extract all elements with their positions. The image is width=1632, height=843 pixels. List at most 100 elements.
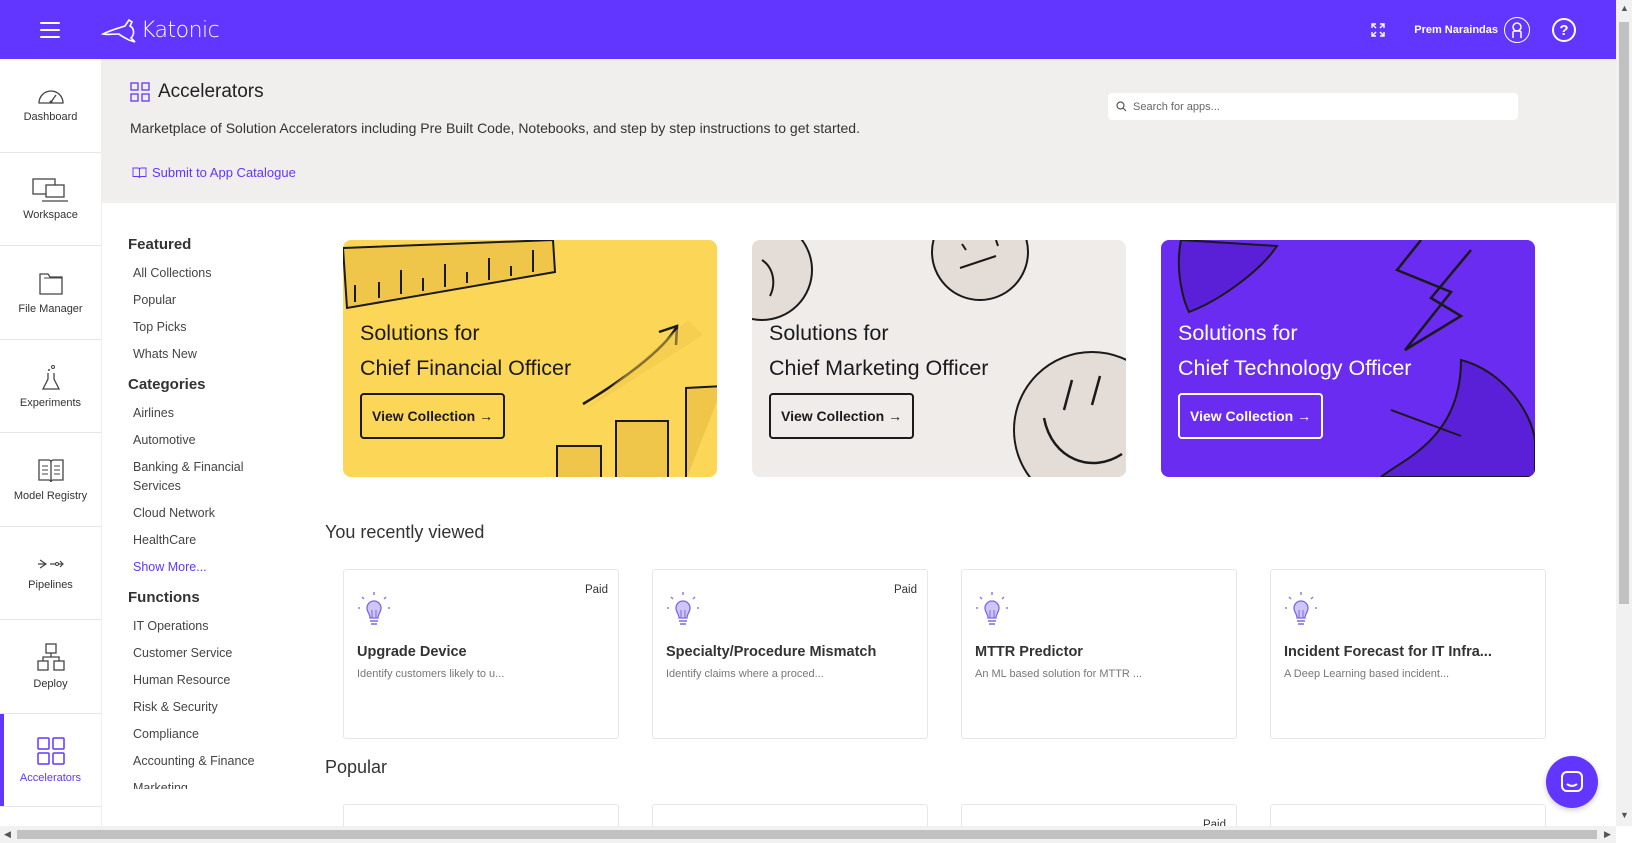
page-title: Accelerators [158,81,264,102]
card-description: An ML based solution for MTTR ... [975,668,1143,680]
scroll-left-arrow-icon[interactable]: ◀ [4,829,11,840]
view-collection-button[interactable]: View Collection → [769,393,915,439]
sidebar-item-file-manager[interactable]: File Manager [0,246,101,340]
filter-item[interactable]: Risk & Security [128,698,288,717]
filter-item[interactable]: Compliance [128,725,288,744]
filter-item[interactable]: Top Picks [128,318,288,337]
sidebar-label: Deploy [33,678,68,691]
filter-item[interactable]: Customer Service [128,644,288,663]
banner-title: Solutions for Chief Financial Officer [360,316,571,386]
user-avatar-icon[interactable] [1504,17,1530,43]
filter-panel: Featured All Collections Popular Top Pic… [128,236,288,801]
filter-item[interactable]: Whats New [128,345,288,364]
banner-title: Solutions for Chief Technology Officer [1178,316,1411,386]
show-more-link[interactable]: Show More... [128,558,288,577]
submit-link-label: Submit to App Catalogue [152,165,296,180]
sidebar: Dashboard Workspace File Manager Experim… [0,59,102,826]
search-input[interactable] [1133,100,1503,113]
filter-heading-functions: Functions [128,589,200,606]
filter-heading-featured: Featured [128,236,192,253]
section-title-recently-viewed: You recently viewed [325,522,485,542]
card-description: Identify claims where a proced... [666,668,824,680]
filter-item[interactable]: IT Operations [128,617,288,636]
banner-line1: Solutions for [769,321,889,345]
sidebar-item-experiments[interactable]: Experiments [0,340,101,433]
page-header: Accelerators Marketplace of Solution Acc… [102,59,1616,203]
chat-icon [1561,771,1583,792]
search-box [1108,93,1518,120]
filter-item[interactable]: Banking & Financial Services [128,458,248,496]
filter-item[interactable]: All Collections [128,264,288,283]
filter-item[interactable]: Human Resource [128,671,288,690]
filter-item[interactable]: Automotive [128,431,288,450]
banner-line2: Chief Marketing Officer [769,356,989,380]
view-collection-button[interactable]: View Collection → [360,393,506,439]
filter-item[interactable]: Cloud Network [128,504,288,523]
app-card[interactable]: Incident Forecast for IT Infra... A Deep… [1270,569,1546,739]
app-card[interactable]: MTTR Predictor An ML based solution for … [961,569,1237,739]
card-description: A Deep Learning based incident... [1284,668,1450,680]
sidebar-label: Dashboard [23,111,78,124]
book-icon [37,459,64,483]
pipeline-icon [37,559,64,569]
scrollbar-thumb[interactable] [17,830,1597,839]
view-collection-button[interactable]: View Collection → [1178,393,1324,439]
submit-to-app-catalogue-link[interactable]: Submit to App Catalogue [132,165,296,180]
flask-icon [41,364,60,390]
sidebar-label: Workspace [23,208,78,221]
filter-heading-categories: Categories [128,376,206,393]
card-description: Identify customers likely to u... [357,668,505,680]
folder-icon [38,273,63,295]
card-title: Incident Forecast for IT Infra... [1284,644,1492,660]
lightbulb-icon [976,592,1008,625]
vertical-scrollbar[interactable]: ▲ ▼ [1616,0,1632,826]
book-open-icon [132,167,147,178]
filter-item[interactable]: Airlines [128,404,288,423]
katonic-logo[interactable]: Katonic [101,15,220,45]
grid-icon [36,737,65,765]
sidebar-item-model-registry[interactable]: Model Registry [0,433,101,527]
fullscreen-icon[interactable] [1370,22,1386,38]
chat-widget-button[interactable] [1546,756,1598,808]
card-title: Specialty/Procedure Mismatch [666,644,877,660]
scroll-down-arrow-icon[interactable]: ▼ [1620,810,1629,820]
app-card[interactable]: Paid Upgrade Device Identify customers l… [343,569,619,739]
sidebar-item-deploy[interactable]: Deploy [0,620,101,714]
sidebar-label: Experiments [19,396,82,409]
sidebar-item-workspace[interactable]: Workspace [0,153,101,246]
lightbulb-icon [1285,592,1317,625]
hamburger-menu-icon[interactable] [40,22,60,38]
page-subtitle: Marketplace of Solution Accelerators inc… [130,120,860,136]
filter-item[interactable]: Marketing [128,779,288,789]
banner-title: Solutions for Chief Marketing Officer [769,316,988,386]
horizontal-scrollbar[interactable]: ◀ ▶ [0,826,1616,843]
banner-cto: Solutions for Chief Technology Officer V… [1161,240,1535,477]
app-card[interactable]: Paid Specialty/Procedure Mismatch Identi… [652,569,928,739]
sidebar-label: Pipelines [28,578,73,591]
lightbulb-icon [667,592,699,625]
banner-cmo: Solutions for Chief Marketing Officer Vi… [752,240,1126,477]
scroll-up-arrow-icon[interactable]: ▲ [1620,3,1629,13]
top-navbar: Katonic Prem Naraindas ? [0,0,1616,59]
search-icon [1116,101,1127,112]
sidebar-label: Accelerators [19,771,82,784]
card-title: Upgrade Device [357,644,467,660]
laptop-icon [31,178,68,202]
help-icon[interactable]: ? [1552,18,1576,42]
kangaroo-logo-icon [101,18,136,43]
sidebar-label: File Manager [18,303,83,316]
banner-line2: Chief Financial Officer [360,356,572,380]
filter-item[interactable]: Popular [128,291,288,310]
banner-line2: Chief Technology Officer [1178,356,1412,380]
user-name[interactable]: Prem Naraindas [1414,24,1498,36]
sidebar-item-pipelines[interactable]: Pipelines [0,527,101,620]
sidebar-label: Model Registry [13,490,88,503]
sidebar-item-accelerators[interactable]: Accelerators [0,713,101,807]
filter-item[interactable]: HealthCare [128,531,288,550]
gauge-icon [37,90,64,104]
scrollbar-thumb[interactable] [1619,22,1629,604]
scroll-right-arrow-icon[interactable]: ▶ [1604,829,1611,840]
sidebar-item-dashboard[interactable]: Dashboard [0,59,101,153]
filter-item[interactable]: Accounting & Finance [128,752,288,771]
lightbulb-icon [358,592,390,625]
